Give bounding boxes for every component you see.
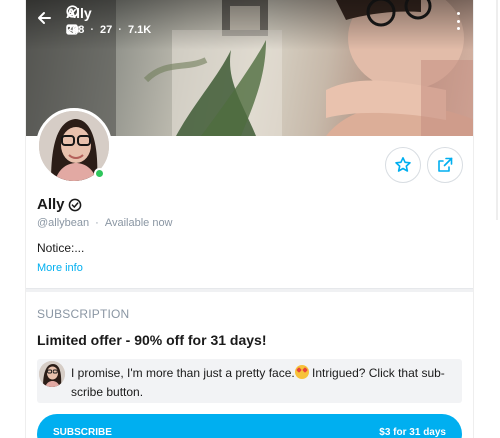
heart-icon (66, 24, 78, 35)
favorite-button[interactable] (385, 147, 421, 183)
handle-row: @allybean · Available now (37, 217, 173, 229)
verified-icon (68, 198, 81, 211)
message-text-part1: I promise, I'm more than just a pretty f… (71, 366, 295, 380)
verified-icon (66, 5, 79, 18)
stat-likes-value: 7.1K (127, 24, 152, 36)
back-button[interactable] (36, 10, 58, 32)
subscribe-price: $3 for 31 days (379, 427, 446, 438)
message-text: I promise, I'm more than just a pretty f… (71, 364, 456, 402)
subscribe-button[interactable]: SUBSCRIBE $3 for 31 days (37, 414, 462, 438)
more-options-icon[interactable] (454, 12, 462, 30)
stat-separator: · (90, 24, 95, 36)
share-button[interactable] (427, 147, 463, 183)
handle: @allybean (37, 217, 90, 229)
offer-title: Limited offer - 90% off for 31 days! (37, 332, 267, 348)
stat-videos-value: 27 (100, 24, 113, 36)
right-gutter (474, 0, 500, 438)
star-struck-emoji-icon (294, 365, 309, 379)
handle-separator: · (95, 217, 99, 229)
left-gutter (0, 0, 25, 438)
online-indicator (94, 168, 105, 179)
section-divider (26, 288, 473, 292)
share-icon (438, 157, 453, 172)
profile-name-text: Ally (37, 196, 65, 213)
more-info-link[interactable]: More info (37, 262, 83, 274)
stats-row: 268 · 27 · 7.1K (66, 24, 151, 36)
stat-likes: 7.1K (66, 24, 152, 36)
star-icon (395, 157, 411, 172)
bio-notice: Notice:... (37, 241, 85, 255)
message-avatar (39, 361, 65, 387)
subscription-heading: SUBSCRIPTION (37, 307, 130, 321)
availability-status: Available now (104, 217, 173, 229)
arrow-left-icon (38, 12, 51, 24)
profile-card: Ally 268 · 27 · 7.1K Ally @allybean · Av… (25, 0, 474, 438)
profile-name: Ally (37, 196, 82, 213)
cover-title: Ally (66, 5, 92, 21)
subscribe-label: SUBSCRIBE (53, 427, 112, 438)
stat-videos: 27 (66, 24, 113, 36)
creator-message: I promise, I'm more than just a pretty f… (37, 359, 462, 403)
stat-separator: · (118, 24, 122, 36)
